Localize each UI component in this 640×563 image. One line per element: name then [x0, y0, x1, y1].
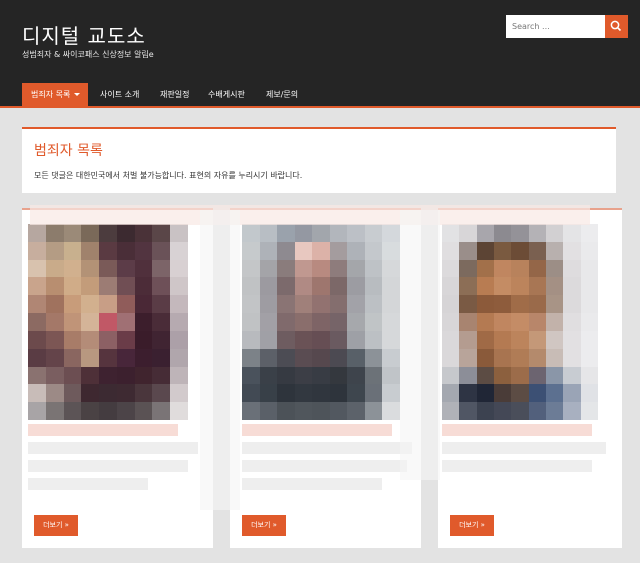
- chevron-down-icon: [74, 93, 81, 96]
- criminal-card: 더보기 »: [22, 208, 213, 548]
- search-button[interactable]: [605, 15, 628, 38]
- blurred-summary-line: [242, 442, 412, 454]
- site-header: 디지털 교도소 성범죄자 & 싸이코패스 신상정보 알림e 범죄자 목록 사이트…: [0, 0, 640, 108]
- blurred-summary-line: [242, 478, 382, 490]
- site-title[interactable]: 디지털 교도소: [22, 20, 146, 49]
- nav-item-criminal-list[interactable]: 범죄자 목록: [22, 83, 88, 106]
- pixelated-image: [242, 224, 400, 420]
- blurred-summary-line: [242, 460, 407, 472]
- censor-overlay: [400, 210, 440, 480]
- blurred-summary-line: [28, 478, 148, 490]
- page-notice: 모든 댓글은 대한민국에서 처벌 불가능합니다. 표현의 자유를 누리시기 바랍…: [34, 171, 303, 180]
- nav-item-trial-schedule[interactable]: 재판일정: [160, 83, 189, 106]
- censor-overlay: [30, 205, 590, 225]
- nav-item-wanted-board[interactable]: 수배게시판: [208, 83, 245, 106]
- pixelated-image: [28, 224, 188, 420]
- search-form: [506, 15, 628, 38]
- blurred-name: [442, 424, 592, 436]
- read-more-button[interactable]: 더보기 »: [34, 515, 78, 536]
- search-input[interactable]: [506, 15, 604, 38]
- nav-item-report[interactable]: 제보/문의: [266, 83, 298, 106]
- read-more-button[interactable]: 더보기 »: [450, 515, 494, 536]
- criminal-card: 더보기 »: [230, 208, 421, 548]
- criminal-photo-blurred[interactable]: [242, 224, 400, 420]
- blurred-summary-line: [442, 460, 592, 472]
- censor-overlay: [200, 210, 240, 510]
- site-description: 성범죄자 & 싸이코패스 신상정보 알림e: [22, 50, 154, 59]
- page-header-box: 범죄자 목록 모든 댓글은 대한민국에서 처벌 불가능합니다. 표현의 자유를 …: [22, 127, 616, 193]
- blurred-name: [28, 424, 178, 436]
- criminal-card: 더보기 »: [438, 208, 622, 548]
- nav-item-about[interactable]: 사이트 소개: [100, 83, 139, 106]
- blurred-summary-line: [28, 442, 198, 454]
- search-icon: [610, 20, 622, 32]
- read-more-button[interactable]: 더보기 »: [242, 515, 286, 536]
- nav-divider: [0, 106, 640, 108]
- blurred-name: [242, 424, 392, 436]
- blurred-summary-line: [442, 442, 606, 454]
- blurred-summary-line: [28, 460, 188, 472]
- page-title: 범죄자 목록: [34, 143, 103, 159]
- criminal-photo-blurred[interactable]: [28, 224, 188, 420]
- criminal-photo-blurred[interactable]: [442, 224, 598, 420]
- pixelated-image: [442, 224, 598, 420]
- nav-item-label: 범죄자 목록: [31, 90, 71, 99]
